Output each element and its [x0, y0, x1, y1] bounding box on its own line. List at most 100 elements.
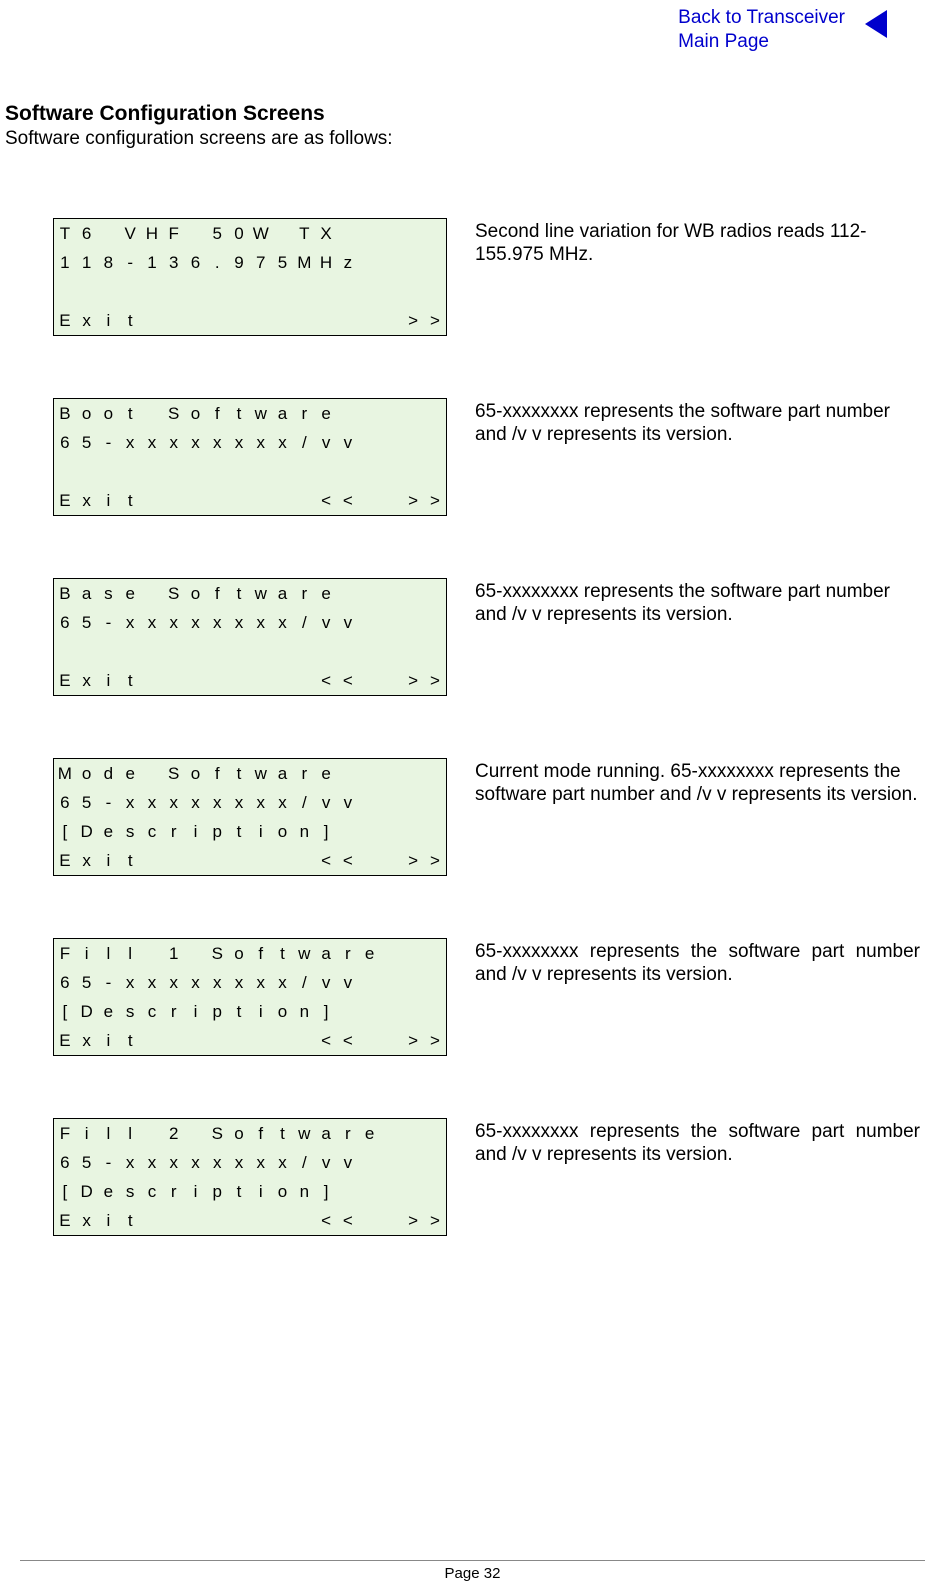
lcd-cell: x	[228, 1148, 250, 1177]
lcd-cell	[228, 306, 250, 335]
lcd-cell: 6	[54, 968, 76, 997]
lcd-cell	[380, 817, 402, 846]
lcd-cell: f	[206, 399, 228, 428]
lcd-cell: F	[163, 219, 185, 248]
lcd-cell: >	[402, 1026, 424, 1055]
lcd-cell	[250, 637, 272, 666]
lcd-cell: x	[206, 968, 228, 997]
lcd-cell: i	[185, 1177, 207, 1206]
lcd-cell	[337, 817, 359, 846]
lcd-cell: x	[141, 608, 163, 637]
lcd-cell: c	[141, 997, 163, 1026]
lcd-cell: t	[228, 1177, 250, 1206]
lcd-cell: x	[228, 788, 250, 817]
lcd-cell	[380, 788, 402, 817]
lcd-cell	[380, 608, 402, 637]
lcd-cell: i	[98, 1026, 120, 1055]
lcd-cell: .	[206, 248, 228, 277]
lcd-cell	[206, 666, 228, 695]
lcd-cell: r	[337, 939, 359, 968]
lcd-cell	[185, 219, 207, 248]
lcd-cell: a	[76, 579, 98, 608]
lcd-cell: a	[315, 939, 337, 968]
back-arrow-icon[interactable]	[859, 10, 887, 43]
lcd-cell: v	[315, 788, 337, 817]
lcd-cell: e	[98, 817, 120, 846]
lcd-cell	[272, 306, 294, 335]
lcd-cell: x	[76, 846, 98, 875]
lcd-cell	[119, 277, 141, 306]
lcd-cell: T	[54, 219, 76, 248]
lcd-cell	[119, 637, 141, 666]
lcd-cell: [	[54, 1177, 76, 1206]
lcd-cell: p	[206, 1177, 228, 1206]
lcd-cell	[76, 457, 98, 486]
lcd-cell: 5	[76, 1148, 98, 1177]
lcd-cell: x	[185, 1148, 207, 1177]
lcd-cell: t	[119, 399, 141, 428]
lcd-cell	[293, 846, 315, 875]
lcd-cell	[185, 939, 207, 968]
lcd-cell: x	[76, 486, 98, 515]
lcd-cell: >	[424, 486, 446, 515]
lcd-cell: v	[337, 1148, 359, 1177]
lcd-cell: ]	[315, 1177, 337, 1206]
page-title: Software Configuration Screens	[5, 102, 920, 126]
lcd-cell	[185, 457, 207, 486]
lcd-cell	[380, 637, 402, 666]
lcd-cell: <	[315, 666, 337, 695]
lcd-cell: w	[250, 759, 272, 788]
lcd-cell	[359, 997, 381, 1026]
lcd-cell: s	[119, 817, 141, 846]
lcd-cell: <	[337, 1206, 359, 1235]
lcd-cell	[402, 637, 424, 666]
lcd-cell: a	[272, 759, 294, 788]
lcd-cell: w	[293, 939, 315, 968]
lcd-cell: 6	[185, 248, 207, 277]
lcd-cell	[337, 579, 359, 608]
lcd-cell: o	[185, 579, 207, 608]
lcd-cell: x	[119, 968, 141, 997]
lcd-cell: x	[272, 428, 294, 457]
lcd-cell	[424, 399, 446, 428]
lcd-cell: x	[163, 428, 185, 457]
lcd-cell	[380, 219, 402, 248]
lcd-cell: /	[293, 968, 315, 997]
lcd-cell: i	[98, 306, 120, 335]
lcd-cell: <	[315, 1206, 337, 1235]
lcd-cell: x	[250, 1148, 272, 1177]
lcd-cell	[228, 846, 250, 875]
lcd-cell	[206, 1206, 228, 1235]
screen-row: Fill1Software65-xxxxxxxx/vv[Description]…	[53, 938, 920, 1056]
lcd-cell: D	[76, 1177, 98, 1206]
lcd-cell	[228, 637, 250, 666]
lcd-cell	[141, 666, 163, 695]
lcd-cell	[337, 637, 359, 666]
lcd-cell: B	[54, 399, 76, 428]
lcd-cell	[141, 579, 163, 608]
lcd-cell: /	[293, 428, 315, 457]
lcd-cell	[141, 306, 163, 335]
lcd-cell	[163, 486, 185, 515]
back-link[interactable]: Back to Transceiver Main Page	[678, 6, 845, 54]
page-number: Page 32	[0, 1561, 945, 1582]
lcd-cell: l	[98, 939, 120, 968]
lcd-cell	[185, 666, 207, 695]
lcd-cell: x	[228, 968, 250, 997]
lcd-cell	[380, 399, 402, 428]
lcd-cell: H	[315, 248, 337, 277]
lcd-cell	[228, 1206, 250, 1235]
lcd-cell	[293, 306, 315, 335]
lcd-cell	[337, 277, 359, 306]
lcd-cell	[98, 457, 120, 486]
lcd-cell	[185, 1206, 207, 1235]
lcd-cell	[380, 1119, 402, 1148]
lcd-cell	[185, 1026, 207, 1055]
lcd-cell	[206, 306, 228, 335]
lcd-cell	[359, 306, 381, 335]
lcd-cell	[315, 637, 337, 666]
lcd-cell: H	[141, 219, 163, 248]
lcd-cell: >	[424, 666, 446, 695]
lcd-cell	[54, 637, 76, 666]
lcd-cell	[359, 277, 381, 306]
